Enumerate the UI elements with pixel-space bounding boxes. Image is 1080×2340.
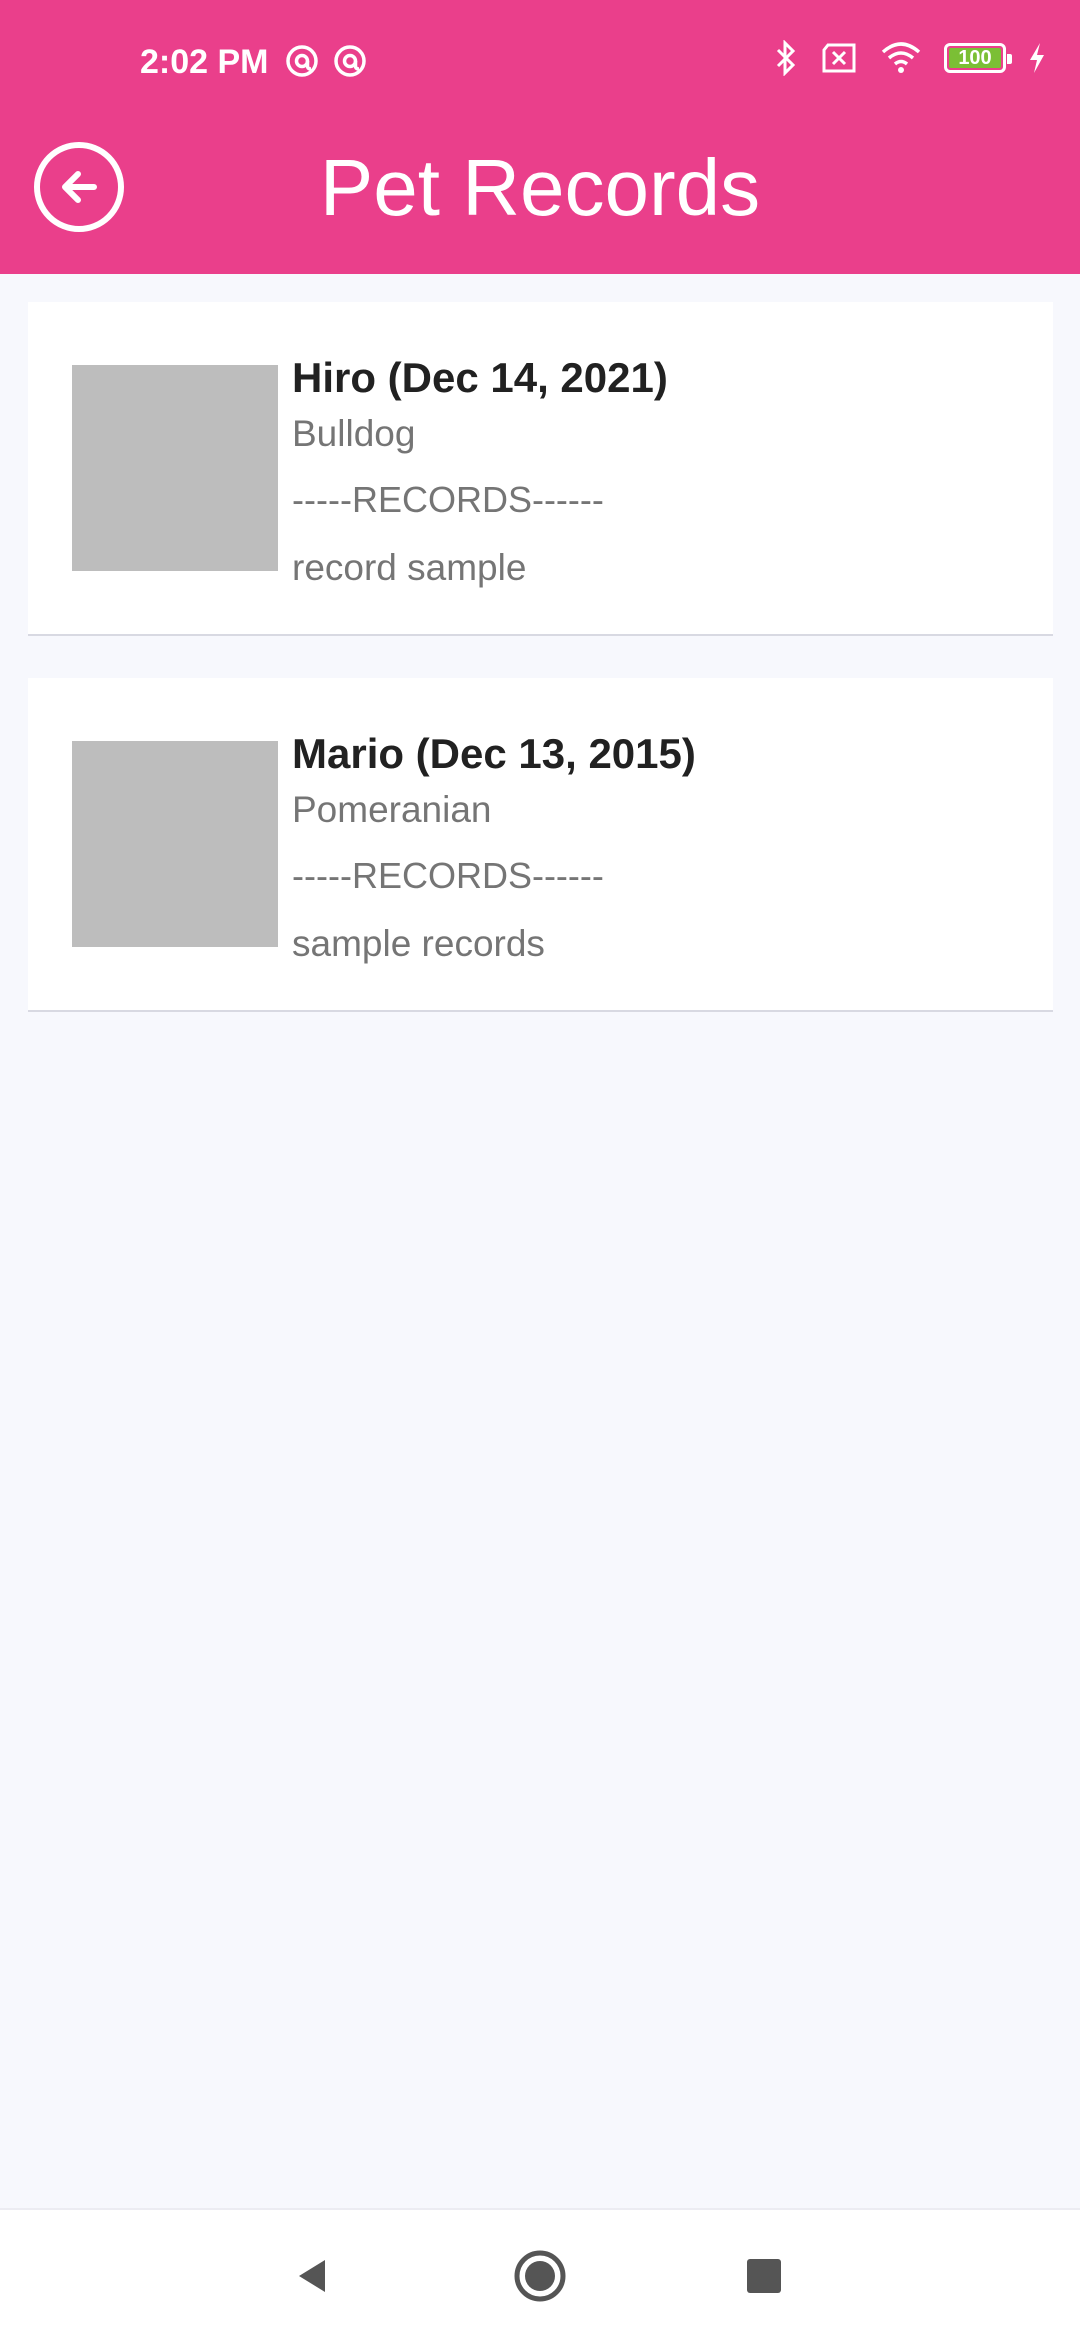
page-title: Pet Records bbox=[319, 143, 761, 232]
nav-back-button[interactable] bbox=[283, 2246, 343, 2306]
nav-recents-button[interactable] bbox=[734, 2246, 794, 2306]
pet-photo-placeholder bbox=[72, 365, 278, 571]
charging-icon bbox=[1028, 42, 1046, 74]
battery-level: 100 bbox=[958, 47, 992, 69]
pet-record-card[interactable]: Mario (Dec 13, 2015) Pomeranian -----REC… bbox=[28, 678, 1053, 1012]
bluetooth-icon bbox=[774, 40, 798, 76]
pet-photo-placeholder bbox=[72, 741, 278, 947]
recents-square-icon bbox=[747, 2259, 781, 2293]
at-sign-icon bbox=[333, 44, 367, 78]
battery-icon: 100 bbox=[944, 43, 1012, 73]
pet-record-card[interactable]: Hiro (Dec 14, 2021) Bulldog -----RECORDS… bbox=[28, 302, 1053, 636]
at-sign-icon bbox=[285, 44, 319, 78]
nav-home-button[interactable] bbox=[510, 2246, 570, 2306]
home-circle-icon bbox=[514, 2250, 566, 2302]
back-triangle-icon bbox=[299, 2260, 325, 2292]
wifi-icon bbox=[880, 41, 922, 75]
system-navigation-bar bbox=[0, 2208, 1080, 2340]
pet-records-list: Hiro (Dec 14, 2021) Bulldog -----RECORDS… bbox=[28, 302, 1053, 1054]
pet-record-text: record sample bbox=[292, 547, 527, 588]
pet-breed: Bulldog bbox=[292, 413, 416, 454]
records-divider: -----RECORDS------ bbox=[292, 479, 604, 520]
sim-off-icon bbox=[820, 42, 858, 74]
status-notification-icons bbox=[285, 44, 367, 78]
pet-breed: Pomeranian bbox=[292, 789, 492, 830]
screen: 2:02 PM 100 Pet Records Hiro (Dec 14, 20… bbox=[0, 0, 1080, 2340]
pet-name: Mario (Dec 13, 2015) bbox=[292, 730, 696, 777]
status-time: 2:02 PM bbox=[140, 43, 269, 81]
pet-name: Hiro (Dec 14, 2021) bbox=[292, 354, 668, 401]
status-system-icons: 100 bbox=[774, 40, 1046, 76]
app-header: 2:02 PM 100 Pet Records bbox=[0, 0, 1080, 274]
pet-record-text: sample records bbox=[292, 923, 545, 964]
records-divider: -----RECORDS------ bbox=[292, 855, 604, 896]
